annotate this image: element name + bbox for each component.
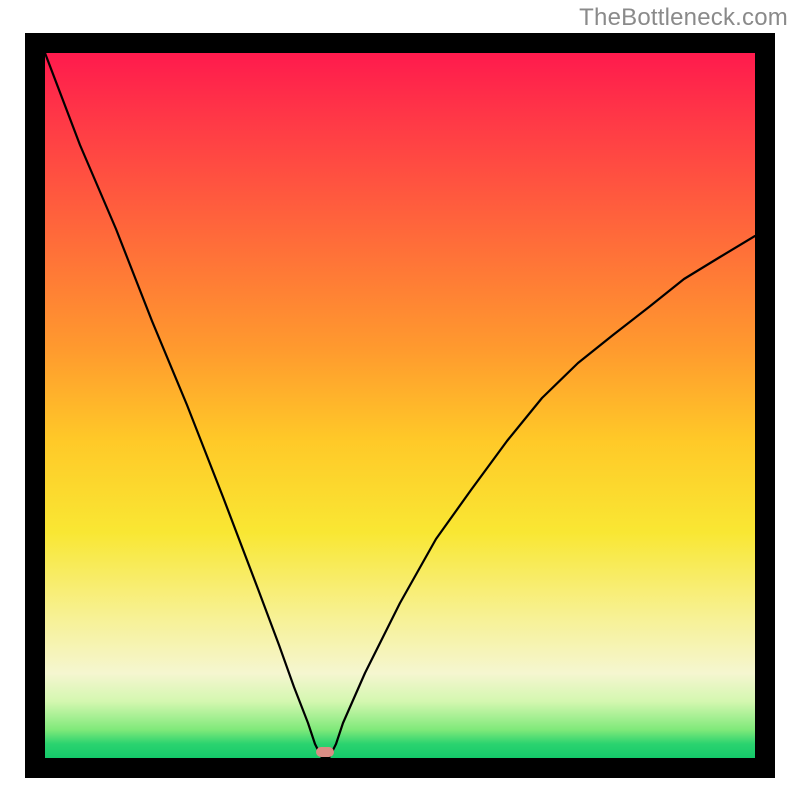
watermark-text: TheBottleneck.com xyxy=(579,4,788,32)
curve-path xyxy=(45,53,755,758)
plot-area xyxy=(45,53,755,758)
bottleneck-curve xyxy=(45,53,755,758)
plot-frame xyxy=(25,33,775,778)
optimal-marker xyxy=(316,747,334,757)
chart-stage: TheBottleneck.com xyxy=(0,0,800,800)
